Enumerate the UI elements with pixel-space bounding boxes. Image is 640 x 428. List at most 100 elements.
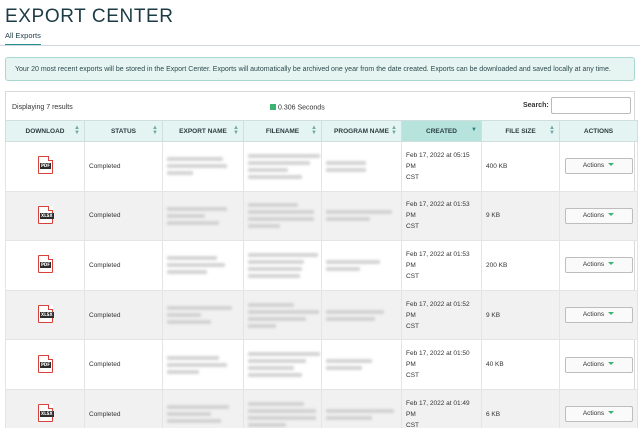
redacted-text (248, 217, 314, 222)
actions-dropdown-button[interactable]: Actions (564, 406, 633, 423)
col-header-status[interactable]: STATUS ▲ ▼ (84, 120, 163, 142)
actions-label: Actions (582, 360, 605, 368)
redacted-text (167, 313, 201, 318)
redacted-text (326, 160, 366, 165)
download-cell: XLSX (5, 388, 85, 428)
export-name-cell (162, 289, 244, 341)
redacted-text (248, 174, 302, 179)
actions-dropdown-button[interactable]: Actions (564, 307, 633, 324)
table-row: XLSX Completed Feb 17, 2022 at 01:49 PM … (5, 388, 638, 428)
actions-dropdown-button[interactable]: Actions (564, 207, 633, 224)
table-row: XLSX Completed Feb 17, 2022 at 01:53 PM … (5, 190, 638, 242)
redacted-text (248, 316, 306, 321)
redacted-text (248, 259, 304, 264)
col-header-file-size[interactable]: FILE SIZE ▲ ▼ (481, 120, 560, 142)
search-label: Search: (523, 102, 549, 109)
sort-icon: ▲ ▼ (391, 125, 397, 136)
col-header-label: ACTIONS (583, 127, 614, 135)
pdf-file-icon[interactable]: PDF (37, 156, 53, 175)
xlsx-file-icon[interactable]: XLSX (37, 205, 55, 224)
created-timezone: CST (406, 421, 419, 428)
xlsx-file-icon[interactable]: XLSX (37, 305, 55, 324)
search-input[interactable] (551, 97, 631, 114)
redacted-text (326, 210, 392, 215)
program-name-cell (321, 289, 402, 341)
caret-down-icon (608, 212, 615, 216)
col-header-created[interactable]: CREATED ▼ (401, 120, 482, 142)
redacted-text (167, 206, 227, 211)
export-name-cell (162, 141, 244, 192)
redacted-text (167, 270, 207, 275)
export-name-cell (162, 240, 244, 291)
created-date: Feb 17, 2022 at 01:49 PM (406, 399, 470, 418)
col-header-label: DOWNLOAD (25, 127, 65, 135)
created-date: Feb 17, 2022 at 01:53 PM (406, 250, 470, 269)
created-timezone: CST (406, 173, 419, 181)
file-size-cell: 200 KB (481, 240, 560, 291)
col-header-download[interactable]: DOWNLOAD ▲ ▼ (5, 120, 85, 142)
col-header-program-name[interactable]: PROGRAM NAME ▲ ▼ (321, 120, 402, 142)
actions-dropdown-button[interactable]: Actions (564, 257, 633, 274)
redacted-text (248, 252, 318, 257)
redacted-text (326, 167, 366, 172)
download-cell: XLSX (5, 190, 85, 242)
file-size-cell: 6 KB (481, 388, 560, 428)
export-name-cell (162, 190, 244, 242)
redacted-text (167, 164, 227, 169)
col-header-label: EXPORT NAME (179, 127, 227, 135)
filename-cell (243, 339, 322, 390)
actions-dropdown-button[interactable]: Actions (564, 158, 633, 175)
timing-indicator-icon (270, 104, 276, 110)
redacted-text (167, 263, 225, 268)
redacted-text (248, 167, 288, 172)
redacted-text (167, 157, 223, 162)
redacted-text (248, 373, 302, 378)
table-row: PDF Completed Feb 17, 2022 at 05:15 PM C… (5, 141, 638, 192)
file-type-label: PDF (39, 163, 52, 170)
tab-all-exports[interactable]: All Exports (5, 31, 41, 46)
redacted-text (167, 412, 211, 417)
pdf-file-icon[interactable]: PDF (37, 354, 53, 373)
export-name-cell (162, 388, 244, 428)
pdf-file-icon[interactable]: PDF (37, 255, 53, 274)
status-cell: Completed (84, 190, 163, 242)
table-row: XLSX Completed Feb 17, 2022 at 01:52 PM … (5, 289, 638, 341)
actions-label: Actions (582, 261, 605, 269)
download-cell: PDF (5, 240, 85, 291)
results-count: Displaying 7 results (12, 104, 73, 111)
redacted-text (248, 160, 310, 165)
redacted-text (167, 220, 219, 225)
redacted-text (326, 217, 370, 222)
timing-text: 0.306 Seconds (278, 104, 325, 112)
redacted-text (326, 415, 372, 420)
redacted-text (248, 352, 320, 357)
col-header-filename[interactable]: FILENAME ▲ ▼ (243, 120, 322, 142)
redacted-text (248, 153, 320, 158)
status-cell: Completed (84, 289, 163, 341)
created-cell: Feb 17, 2022 at 05:15 PM CST (401, 141, 482, 192)
actions-label: Actions (582, 162, 605, 170)
file-type-label: PDF (39, 262, 52, 269)
program-name-cell (321, 141, 402, 192)
redacted-text (248, 366, 294, 371)
program-name-cell (321, 339, 402, 390)
created-cell: Feb 17, 2022 at 01:53 PM CST (401, 190, 482, 242)
sort-icon: ▲ ▼ (74, 125, 80, 136)
actions-label: Actions (582, 410, 605, 418)
col-header-actions: ACTIONS (559, 120, 638, 142)
actions-cell: Actions (559, 141, 638, 192)
exports-panel: Displaying 7 results 0.306 Seconds Searc… (5, 91, 638, 428)
sort-icon: ▲ ▼ (549, 125, 555, 136)
created-date: Feb 17, 2022 at 01:50 PM (406, 350, 470, 369)
col-header-export-name[interactable]: EXPORT NAME ▲ ▼ (162, 120, 244, 142)
info-notice: Your 20 most recent exports will be stor… (5, 57, 635, 81)
redacted-text (167, 320, 211, 325)
col-header-label: FILE SIZE (505, 127, 536, 135)
actions-dropdown-button[interactable]: Actions (564, 356, 633, 373)
redacted-text (167, 213, 205, 218)
redacted-text (248, 408, 316, 413)
filename-cell (243, 289, 322, 341)
filename-cell (243, 141, 322, 192)
redacted-text (326, 359, 372, 364)
xlsx-file-icon[interactable]: XLSX (37, 404, 55, 423)
